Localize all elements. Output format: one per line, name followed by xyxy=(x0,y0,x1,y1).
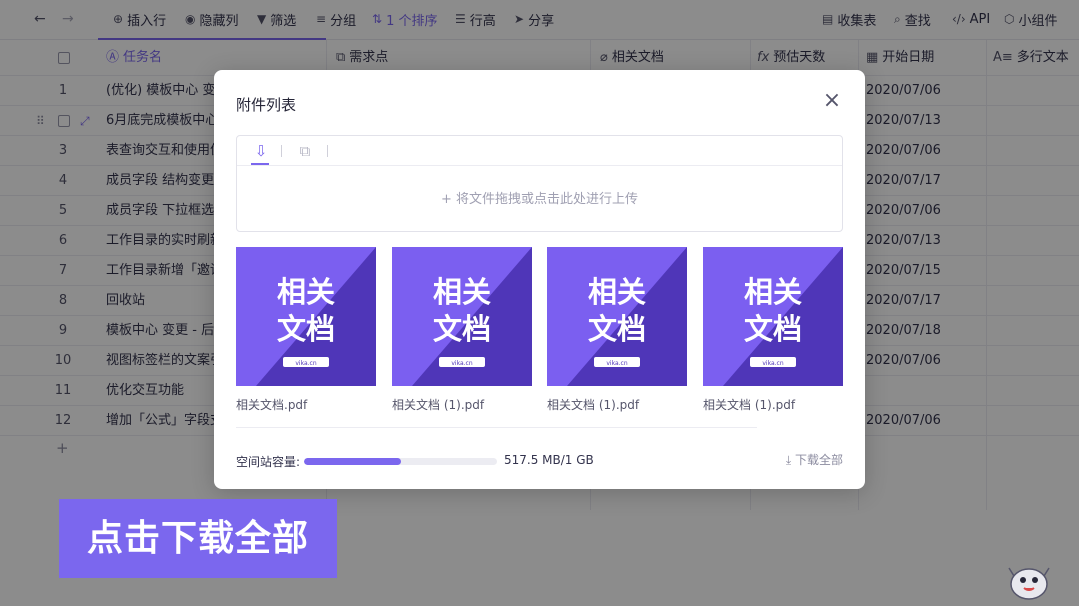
attachment-dialog: 附件列表 × ⇩ ⧉ + 将文件拖拽或点击此处进行上传 相关 文档 vika.c… xyxy=(214,70,865,489)
thumb-line1: 相关 xyxy=(433,275,491,309)
mascot-icon xyxy=(1008,567,1050,600)
thumb-line2: 文档 xyxy=(277,312,335,346)
active-tab-underline xyxy=(251,163,269,165)
thumb-line1: 相关 xyxy=(744,275,802,309)
thumb-line2: 文档 xyxy=(433,312,491,346)
file-thumbnail[interactable]: 相关 文档 vika.cn xyxy=(703,247,843,386)
dialog-divider xyxy=(236,427,757,428)
tab-separator xyxy=(281,145,282,157)
thumb-badge: vika.cn xyxy=(295,360,316,367)
thumb-badge: vika.cn xyxy=(451,360,472,367)
upload-hint: + 将文件拖拽或点击此处进行上传 xyxy=(440,192,639,207)
thumb-badge: vika.cn xyxy=(606,360,627,367)
file-list: 相关 文档 vika.cn 相关文档.pdf 相关 文档 vika.cn 相关文… xyxy=(236,247,843,417)
copy-icon[interactable]: ⧉ xyxy=(295,141,315,161)
capacity-text: 517.5 MB/1 GB xyxy=(504,453,594,467)
capacity-progress-bar xyxy=(304,458,497,465)
dialog-title: 附件列表 xyxy=(236,96,297,114)
download-icon: ⤓ xyxy=(785,453,792,467)
file-thumbnail[interactable]: 相关 文档 vika.cn xyxy=(547,247,687,386)
download-all-button[interactable]: ⤓ 下载全部 xyxy=(786,451,843,468)
thumb-badge: vika.cn xyxy=(762,360,783,367)
file-name: 相关文档 (1).pdf xyxy=(392,398,485,412)
thumb-line1: 相关 xyxy=(588,275,646,309)
tutorial-callout: 点击下载全部 xyxy=(59,499,337,578)
thumb-line2: 文档 xyxy=(588,312,646,346)
file-thumbnail[interactable]: 相关 文档 vika.cn xyxy=(392,247,532,386)
file-name: 相关文档.pdf xyxy=(236,398,308,412)
file-name: 相关文档 (1).pdf xyxy=(547,398,640,412)
download-all-label: 下载全部 xyxy=(794,453,843,467)
capacity-progress-fill xyxy=(304,458,402,465)
upload-area[interactable]: ⇩ ⧉ + 将文件拖拽或点击此处进行上传 xyxy=(236,135,843,232)
file-name: 相关文档 (1).pdf xyxy=(703,398,796,412)
capacity-label: 空间站容量: xyxy=(236,455,301,469)
upload-tabs: ⇩ ⧉ xyxy=(237,136,842,166)
file-upload-icon[interactable]: ⇩ xyxy=(251,141,271,161)
thumb-line1: 相关 xyxy=(277,275,335,309)
close-icon[interactable]: × xyxy=(821,90,843,112)
tab-separator xyxy=(327,145,328,157)
thumb-line2: 文档 xyxy=(744,312,802,346)
file-thumbnail[interactable]: 相关 文档 vika.cn xyxy=(236,247,376,386)
